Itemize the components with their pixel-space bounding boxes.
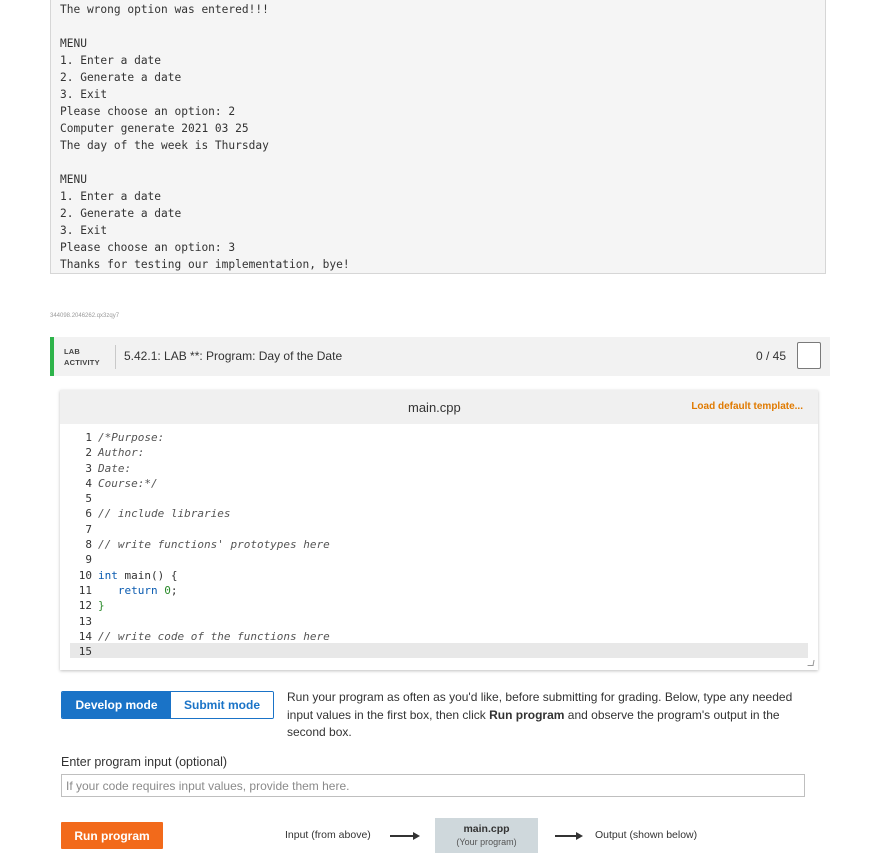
console-line: 3. Exit [60, 88, 108, 101]
console-line: MENU [60, 173, 87, 186]
console-line: Computer generate 2021 03 25 [60, 122, 249, 135]
code-line: /*Purpose: [98, 431, 165, 444]
console-line: The day of the week is Thursday [60, 139, 269, 152]
lab-tag-line1: LAB [64, 347, 81, 356]
console-line: 2. Generate a date [60, 207, 182, 220]
line-number: 2 [85, 446, 92, 460]
line-number: 8 [85, 538, 92, 552]
line-number: 15 [78, 645, 92, 659]
editor-file-name: main.cpp [408, 400, 461, 415]
instructions-text: Run your program as often as you'd like,… [287, 689, 817, 742]
lab-id-text: 344098.2046262.qx3zqy7 [50, 313, 120, 319]
program-input-field[interactable] [61, 774, 805, 797]
line-number: 14 [78, 629, 92, 643]
resize-handle-icon[interactable] [807, 660, 815, 666]
lab-tag-line2: ACTIVITY [64, 358, 100, 367]
line-number: 13 [78, 614, 92, 628]
flow-program-box: main.cpp (Your program) [435, 818, 538, 853]
lab-activity-header: LAB ACTIVITY 5.42.1: LAB **: Program: Da… [50, 337, 830, 376]
flow-box-title: main.cpp [463, 823, 510, 835]
code-line: Date: [98, 461, 132, 475]
line-number: 11 [78, 583, 92, 597]
completion-checkbox-icon [797, 342, 821, 369]
code-lines: /*Purpose: Author: Date: Course:*/ // in… [98, 430, 808, 659]
code-line: // write functions' prototypes here [98, 538, 330, 552]
console-line: The wrong option was entered!!! [60, 3, 269, 16]
line-number: 9 [85, 553, 92, 567]
line-number: 1 [85, 431, 92, 444]
code-editor: main.cpp Load default template... 123456… [60, 390, 818, 670]
code-line: Author: [98, 446, 145, 460]
code-line: // include libraries [98, 507, 231, 521]
console-line: 1. Enter a date [60, 54, 162, 67]
flow-input-label: Input (from above) [285, 829, 371, 841]
line-number: 3 [85, 461, 92, 475]
run-program-button[interactable]: Run program [61, 822, 163, 849]
mode-toggle: Develop mode Submit mode [61, 691, 274, 719]
code-line: Course:*/ [98, 476, 158, 490]
submit-mode-button[interactable]: Submit mode [171, 692, 273, 718]
lab-title: 5.42.1: LAB **: Program: Day of the Date [124, 349, 343, 363]
code-number: 0 [164, 583, 171, 597]
code-text: ; [170, 583, 178, 597]
console-line: 2. Generate a date [60, 71, 182, 84]
lab-score: 0 / 45 [755, 349, 786, 363]
load-default-template-link[interactable]: Load default template... [691, 401, 803, 412]
console-line: Thanks for testing our implementation, b… [60, 258, 350, 271]
code-keyword: return [117, 583, 158, 597]
code-keyword: int [98, 568, 118, 582]
line-number-gutter: 1 2 3 4 5 6 7 8 9 10 11 12 13 14 15 [70, 430, 92, 659]
line-number: 4 [85, 476, 92, 490]
console-line: Please choose an option: 3 [60, 241, 236, 254]
arrow-right-icon [555, 832, 583, 839]
instructions-run-program-bold: Run program [489, 707, 565, 722]
header-divider [115, 345, 116, 369]
lab-activity-tag: LAB ACTIVITY [64, 346, 100, 368]
code-line: int main() { [98, 568, 808, 583]
code-text: main() { [117, 568, 178, 582]
code-line: } [98, 599, 105, 613]
develop-mode-button[interactable]: Develop mode [62, 692, 171, 718]
console-line: MENU [60, 37, 87, 50]
flow-box-subtitle: (Your program) [456, 837, 517, 847]
console-line: 1. Enter a date [60, 190, 162, 203]
line-number: 12 [78, 599, 92, 613]
code-line: // write code of the functions here [98, 629, 330, 643]
editor-toolbar: main.cpp Load default template... [60, 390, 818, 424]
line-number: 6 [85, 507, 92, 521]
console-line: 3. Exit [60, 224, 108, 237]
program-input-label: Enter program input (optional) [61, 755, 228, 769]
arrow-right-icon [390, 832, 420, 839]
program-output-console: The wrong option was entered!!! MENU 1. En… [50, 0, 826, 274]
line-number: 10 [78, 568, 92, 582]
console-line: Please choose an option: 2 [60, 105, 236, 118]
line-number: 5 [85, 492, 92, 506]
flow-output-label: Output (shown below) [595, 829, 698, 841]
code-text-area[interactable]: 1 2 3 4 5 6 7 8 9 10 11 12 13 14 15 /*Purpose: Author:… [70, 424, 808, 664]
code-line: return 0; [98, 583, 808, 598]
line-number: 7 [85, 522, 92, 536]
